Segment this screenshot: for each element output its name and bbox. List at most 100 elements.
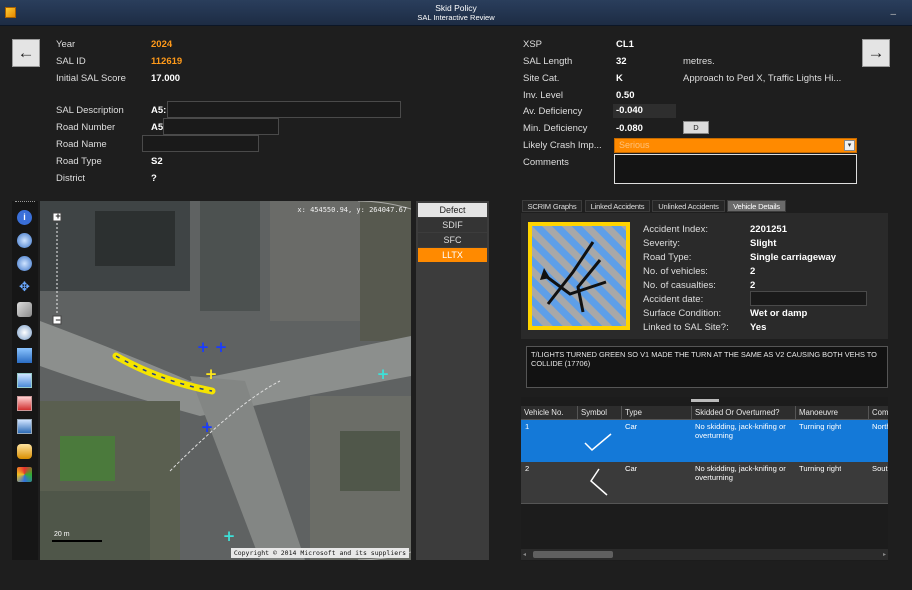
table-row[interactable]: 2 Car No skidding, jack-knifing or overt… — [521, 462, 888, 504]
map-zoom-in-button[interactable]: + — [53, 211, 63, 221]
sal-length-label: SAL Length — [523, 56, 573, 67]
road-type-value: S2 — [151, 156, 163, 167]
svg-text:+: + — [223, 527, 236, 545]
road-name-label: Road Name — [56, 139, 107, 150]
locate-icon[interactable] — [17, 325, 32, 340]
row-type: Car — [625, 464, 638, 473]
min-deficiency-label: Min. Deficiency — [523, 123, 588, 134]
row-type: Car — [625, 422, 638, 431]
inv-level-value: 0.50 — [616, 90, 635, 101]
linked-value: Yes — [750, 322, 767, 333]
pan-icon[interactable]: ✥ — [17, 279, 32, 294]
initial-score-value: 17.000 — [151, 73, 181, 84]
window-title: Skid Policy — [435, 3, 477, 13]
svg-text:+: + — [377, 365, 390, 383]
minimize-button[interactable]: – — [890, 9, 896, 20]
accident-index-value: 2201251 — [750, 224, 787, 235]
scrollbar-thumb[interactable] — [533, 551, 613, 558]
col-symbol[interactable]: Symbol — [578, 406, 622, 420]
road-number-field[interactable] — [163, 118, 279, 135]
col-skidded[interactable]: Skidded Or Overturned? — [692, 406, 796, 420]
tab-linked-accidents[interactable]: Linked Accidents — [585, 200, 650, 212]
av-deficiency-label: Av. Deficiency — [523, 106, 583, 117]
vehicle-grid: Vehicle No. Symbol Type Skidded Or Overt… — [521, 397, 888, 561]
road-type-label: Road Type — [56, 156, 102, 167]
map-copyright: Copyright © 2014 Microsoft and its suppl… — [230, 548, 409, 558]
next-button[interactable]: → — [862, 39, 890, 67]
toolbar-grip — [15, 201, 35, 203]
svg-text:+: + — [201, 418, 214, 436]
district-label: District — [56, 173, 86, 184]
map-view[interactable]: + + + + + + + − x: 454550.94, y: 264047.… — [40, 201, 411, 560]
initial-score-label: Initial SAL Score — [56, 73, 126, 84]
min-deficiency-button[interactable]: D — [683, 121, 709, 134]
comments-label: Comments — [523, 157, 569, 168]
add-layer-icon[interactable] — [17, 373, 32, 388]
casualties-value: 2 — [750, 280, 756, 291]
sal-description-label: SAL Description — [56, 105, 124, 116]
road-name-field[interactable] — [142, 135, 259, 152]
col-manoeuvre[interactable]: Manoeuvre — [796, 406, 869, 420]
sal-description-field[interactable] — [167, 101, 401, 118]
accident-date-label: Accident date: — [643, 294, 704, 305]
sal-id-label: SAL ID — [56, 56, 86, 67]
scroll-left-icon[interactable]: ◂ — [523, 551, 526, 558]
crash-impact-select[interactable]: Serious — [614, 138, 857, 153]
xsp-value: CL1 — [616, 39, 634, 50]
table-icon[interactable] — [17, 419, 32, 434]
year-label: Year — [56, 39, 76, 50]
accident-road-type-label: Road Type: — [643, 252, 692, 263]
road-number-prefix: A5 — [151, 122, 164, 133]
svg-text:+: + — [215, 338, 228, 356]
horizontal-scrollbar[interactable]: ◂ ▸ — [521, 549, 888, 560]
map-toolbar: i ✥ — [12, 201, 38, 560]
site-cat-label: Site Cat. — [523, 73, 560, 84]
accident-road-type-value: Single carriageway — [750, 252, 837, 263]
accident-narrative: T/LIGHTS TURNED GREEN SO V1 MADE THE TUR… — [526, 346, 888, 388]
row-manoeuvre: Turning right — [799, 464, 842, 473]
svg-text:+: + — [197, 338, 210, 356]
defect-item-sfc[interactable]: SFC — [418, 233, 487, 247]
table-row[interactable]: 1 Car No skidding, jack-knifing or overt… — [521, 420, 888, 462]
row-compass: North — [872, 422, 888, 431]
zoom-in-icon[interactable] — [17, 233, 32, 248]
chevron-down-icon[interactable]: ▾ — [844, 140, 855, 151]
tab-unlinked-accidents[interactable]: Unlinked Accidents — [652, 200, 725, 212]
palette-icon[interactable] — [17, 467, 32, 482]
vehicles-value: 2 — [750, 266, 756, 277]
col-type[interactable]: Type — [622, 406, 692, 420]
accident-date-field[interactable] — [750, 291, 867, 306]
col-compass[interactable]: Comi — [869, 406, 888, 420]
info-icon[interactable]: i — [17, 210, 32, 225]
tab-vehicle-details[interactable]: Vehicle Details — [727, 200, 786, 212]
tab-scrim-graphs[interactable]: SCRIM Graphs — [522, 200, 582, 212]
col-vehicle-no[interactable]: Vehicle No. — [521, 406, 578, 420]
identify-icon[interactable] — [17, 302, 32, 317]
prev-button[interactable]: ← — [12, 39, 40, 67]
surface-value: Wet or damp — [750, 308, 808, 319]
svg-text:+: + — [205, 365, 218, 383]
year-value: 2024 — [151, 39, 173, 50]
row-skidded: No skidding, jack-knifing or overturning — [695, 464, 786, 483]
accident-details-panel: Accident Index: 2201251 Severity: Slight… — [521, 213, 888, 339]
site-cat-value: K — [616, 73, 623, 84]
defect-item-lltx[interactable]: LLTX — [418, 248, 487, 262]
splitter-grip[interactable] — [691, 399, 719, 402]
row-compass: South — [872, 464, 888, 473]
linked-label: Linked to SAL Site?: — [643, 322, 729, 333]
map-zoom-out-button[interactable]: − — [53, 315, 63, 325]
defect-header: Defect — [418, 203, 487, 217]
defect-item-sdif[interactable]: SDIF — [418, 218, 487, 232]
remove-layer-icon[interactable] — [17, 396, 32, 411]
settings-icon[interactable] — [17, 444, 32, 459]
scroll-right-icon[interactable]: ▸ — [883, 551, 886, 558]
row-vehicle-no: 1 — [525, 422, 530, 431]
inv-level-label: Inv. Level — [523, 90, 563, 101]
sal-id-value: 112619 — [151, 56, 183, 67]
av-deficiency-value: -0.040 — [613, 104, 676, 118]
comments-field[interactable] — [614, 154, 857, 184]
layers-icon[interactable] — [17, 348, 32, 363]
road-number-label: Road Number — [56, 122, 116, 133]
zoom-out-icon[interactable] — [17, 256, 32, 271]
casualties-label: No. of casualties: — [643, 280, 716, 291]
